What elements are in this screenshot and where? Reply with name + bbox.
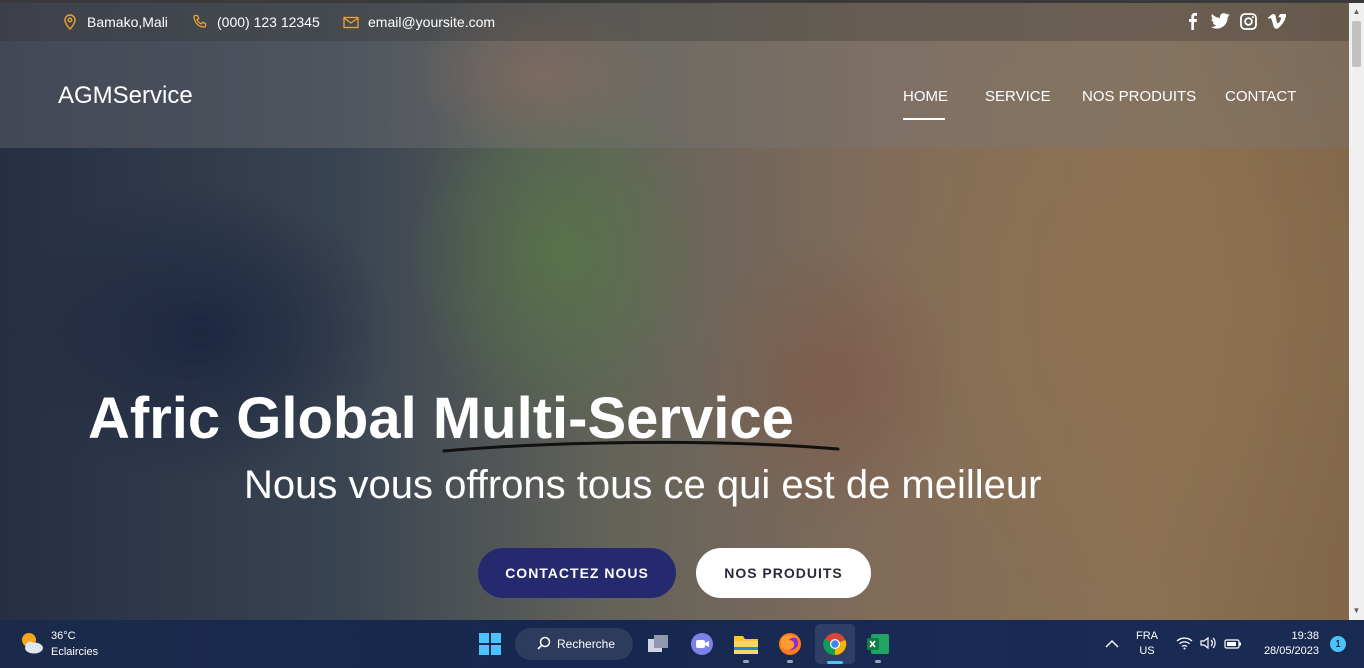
hero-subtitle: Nous vous offrons tous ce qui est de mei… xyxy=(244,463,1042,507)
email-item[interactable]: email@yoursite.com xyxy=(343,14,495,30)
nav-home[interactable]: HOME xyxy=(903,88,948,105)
address-text: Bamako,Mali xyxy=(87,14,168,30)
mail-icon xyxy=(343,14,359,30)
firefox-running-indicator xyxy=(787,660,793,663)
chrome-active-indicator xyxy=(827,661,843,664)
address-item: Bamako,Mali xyxy=(62,14,168,30)
chevron-up-icon[interactable] xyxy=(1105,636,1119,654)
clock-date: 28/05/2023 xyxy=(1263,645,1319,657)
windows-start-icon[interactable] xyxy=(477,631,503,657)
file-explorer-icon[interactable] xyxy=(733,631,759,657)
main-navbar: AGMService HOME SERVICE NOS PRODUITS CON… xyxy=(0,41,1349,148)
phone-item[interactable]: (000) 123 12345 xyxy=(192,14,320,30)
facebook-icon[interactable] xyxy=(1187,12,1198,35)
search-icon xyxy=(537,636,551,653)
scroll-down-icon[interactable]: ▼ xyxy=(1349,604,1364,618)
vimeo-icon[interactable] xyxy=(1268,13,1287,34)
weather-description[interactable]: Eclaircies xyxy=(51,646,98,658)
scroll-up-icon[interactable]: ▲ xyxy=(1349,5,1364,19)
phone-text: (000) 123 12345 xyxy=(217,14,320,30)
windows-taskbar: 36°C Eclaircies Recherche FRA US 19:38 2… xyxy=(0,620,1364,668)
contactez-nous-button[interactable]: CONTACTEZ NOUS xyxy=(478,548,676,598)
chrome-icon[interactable] xyxy=(822,631,848,657)
nav-nos-produits[interactable]: NOS PRODUITS xyxy=(1082,88,1196,105)
top-info-bar: Bamako,Mali (000) 123 12345 email@yoursi… xyxy=(0,3,1349,41)
notification-badge[interactable]: 1 xyxy=(1330,636,1346,652)
map-pin-icon xyxy=(62,14,78,30)
weather-sun-cloud-icon[interactable] xyxy=(18,630,46,661)
phone-icon xyxy=(192,14,208,30)
scroll-thumb[interactable] xyxy=(1352,21,1361,67)
excel-running-indicator xyxy=(875,660,881,663)
search-label: Recherche xyxy=(557,637,616,651)
language-primary: FRA xyxy=(1136,630,1158,642)
excel-icon[interactable] xyxy=(865,631,891,657)
title-underline-swoosh xyxy=(442,440,840,453)
page-scrollbar[interactable]: ▲ ▼ xyxy=(1349,3,1364,620)
nav-active-indicator xyxy=(903,118,945,120)
brand-logo[interactable]: AGMService xyxy=(58,82,193,110)
firefox-icon[interactable] xyxy=(777,631,803,657)
clock-time: 19:38 xyxy=(1291,630,1319,642)
volume-icon[interactable] xyxy=(1200,636,1217,655)
wifi-icon[interactable] xyxy=(1176,636,1193,655)
hero-title-part1: Afric Global xyxy=(88,386,417,451)
instagram-icon[interactable] xyxy=(1240,13,1257,35)
twitter-icon[interactable] xyxy=(1210,13,1230,34)
battery-icon[interactable] xyxy=(1224,637,1242,655)
weather-temperature[interactable]: 36°C xyxy=(51,630,76,642)
web-page: Bamako,Mali (000) 123 12345 email@yoursi… xyxy=(0,3,1349,620)
taskbar-search[interactable]: Recherche xyxy=(515,628,633,660)
nav-contact[interactable]: CONTACT xyxy=(1225,88,1296,105)
language-secondary: US xyxy=(1139,645,1155,657)
explorer-running-indicator xyxy=(743,660,749,663)
email-text: email@yoursite.com xyxy=(368,14,496,30)
nav-service[interactable]: SERVICE xyxy=(985,88,1051,105)
teams-chat-icon[interactable] xyxy=(689,631,715,657)
language-indicator[interactable]: FRA US xyxy=(1136,629,1158,659)
system-clock[interactable]: 19:38 28/05/2023 xyxy=(1256,629,1319,659)
task-view-icon[interactable] xyxy=(645,631,671,657)
nos-produits-button[interactable]: NOS PRODUITS xyxy=(696,548,871,598)
